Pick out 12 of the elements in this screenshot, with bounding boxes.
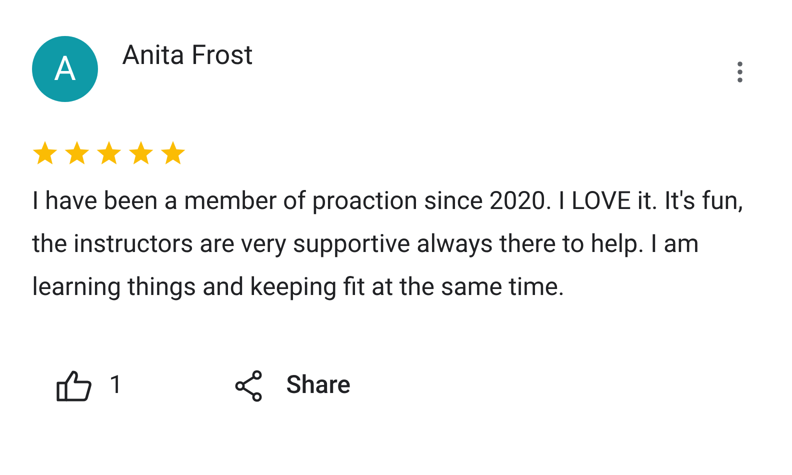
avatar: A: [32, 36, 98, 102]
like-icon[interactable]: [56, 370, 92, 402]
like-count: 1: [109, 370, 124, 402]
review-text: I have been a member of proaction since 2020. I LOVE it. It's fun, the instructors are very supportive always there to help. I am learning things and keeping fit at the same time.: [32, 186, 744, 304]
star-icon: [160, 141, 186, 166]
star-icon: [64, 141, 90, 166]
author-name: Anita Frost: [122, 38, 253, 73]
share-icon[interactable]: [235, 370, 264, 402]
star-icon: [96, 141, 122, 166]
share-button[interactable]: Share: [286, 367, 351, 404]
star-icon: [128, 141, 154, 166]
star-icon: [32, 141, 58, 166]
